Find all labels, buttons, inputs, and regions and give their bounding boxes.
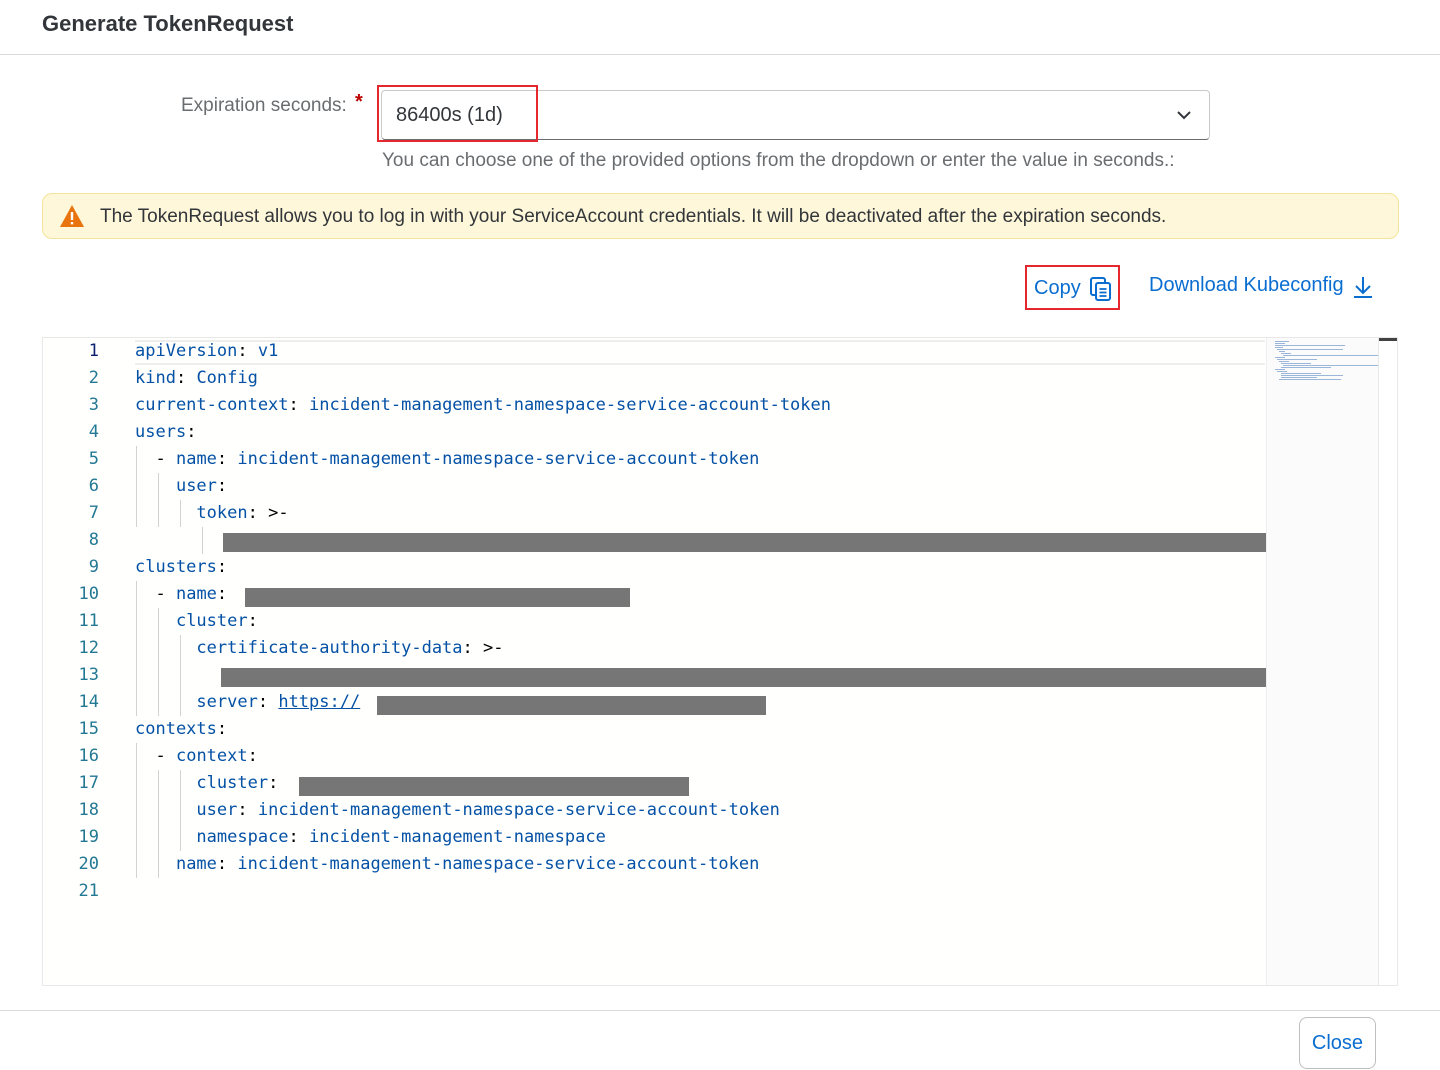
dialog-footer: Close (0, 1010, 1440, 1070)
code-line: current-context: incident-management-nam… (135, 395, 831, 415)
server-link[interactable]: https:// (278, 692, 360, 712)
code-line: kind: Config (135, 368, 258, 388)
line-number: 19 (78, 827, 99, 847)
line-number: 6 (88, 476, 99, 496)
line-number: 21 (78, 881, 99, 901)
warning-text: The TokenRequest allows you to log in wi… (100, 206, 1167, 227)
copy-label: Copy (1034, 277, 1081, 299)
code-line: namespace: incident-management-namespace (196, 827, 606, 847)
current-line-highlight (135, 340, 1265, 365)
kubeconfig-code-editor[interactable]: 1 2 3 4 5 6 7 8 9 10 11 12 13 14 15 16 1… (42, 337, 1398, 986)
editor-scrollbar[interactable] (1378, 338, 1397, 985)
warning-triangle-icon (60, 205, 84, 227)
code-line: - name: (155, 584, 228, 604)
scrollbar-thumb[interactable] (1379, 338, 1397, 341)
code-line: apiVersion: v1 (135, 341, 279, 361)
copy-button[interactable]: Copy (1025, 265, 1120, 310)
dialog-header: Generate TokenRequest (0, 0, 1440, 55)
copy-icon (1090, 277, 1111, 301)
code-line: - name: incident-management-namespace-se… (155, 449, 760, 469)
code-line: clusters: (135, 557, 228, 577)
line-number: 10 (78, 584, 99, 604)
redacted-server-url (377, 696, 766, 715)
code-line: contexts: (135, 719, 228, 739)
dialog-title: Generate TokenRequest (42, 11, 294, 36)
code-line: - context: (155, 746, 258, 766)
code-line: users: (135, 422, 197, 442)
code-line: certificate-authority-data: >- (196, 638, 504, 658)
line-number: 11 (78, 611, 99, 631)
redacted-token (223, 533, 1266, 552)
line-number: 1 (88, 341, 99, 361)
close-button[interactable]: Close (1299, 1017, 1376, 1069)
code-line: cluster: (175, 611, 258, 631)
download-label: Download Kubeconfig (1149, 274, 1344, 296)
line-number: 20 (78, 854, 99, 874)
line-number: 12 (78, 638, 99, 658)
line-number: 5 (88, 449, 99, 469)
value-highlight-box (377, 85, 538, 142)
line-number: 14 (78, 692, 99, 712)
code-line: token: >- (196, 503, 289, 523)
line-number: 15 (78, 719, 99, 739)
code-line: server: https:// (196, 692, 361, 712)
expiration-hint: You can choose one of the provided optio… (382, 150, 1175, 171)
line-number: 16 (78, 746, 99, 766)
warning-message-strip: The TokenRequest allows you to log in wi… (42, 193, 1399, 239)
download-kubeconfig-button[interactable]: Download Kubeconfig (1149, 274, 1372, 304)
line-number: 4 (88, 422, 99, 442)
editor-minimap[interactable] (1266, 338, 1379, 985)
redacted-certificate (221, 668, 1266, 687)
line-number: 9 (88, 557, 99, 577)
indent-guide (202, 527, 203, 554)
line-number: 3 (88, 395, 99, 415)
line-number: 13 (78, 665, 99, 685)
code-line: user: incident-management-namespace-serv… (196, 800, 780, 820)
redacted-cluster-name (245, 588, 630, 607)
code-line: user: (175, 476, 228, 496)
required-marker: * (355, 91, 363, 113)
line-number: 7 (88, 503, 99, 523)
line-number: 2 (88, 368, 99, 388)
expiration-label: Expiration seconds: (181, 95, 347, 116)
code-line: cluster: (196, 773, 279, 793)
download-icon (1354, 277, 1372, 298)
line-number: 18 (78, 800, 99, 820)
chevron-down-icon[interactable] (1175, 106, 1193, 124)
line-number: 8 (88, 530, 99, 550)
redacted-context-cluster (299, 777, 689, 796)
line-number: 17 (78, 773, 99, 793)
code-line: name: incident-management-namespace-serv… (175, 854, 760, 874)
